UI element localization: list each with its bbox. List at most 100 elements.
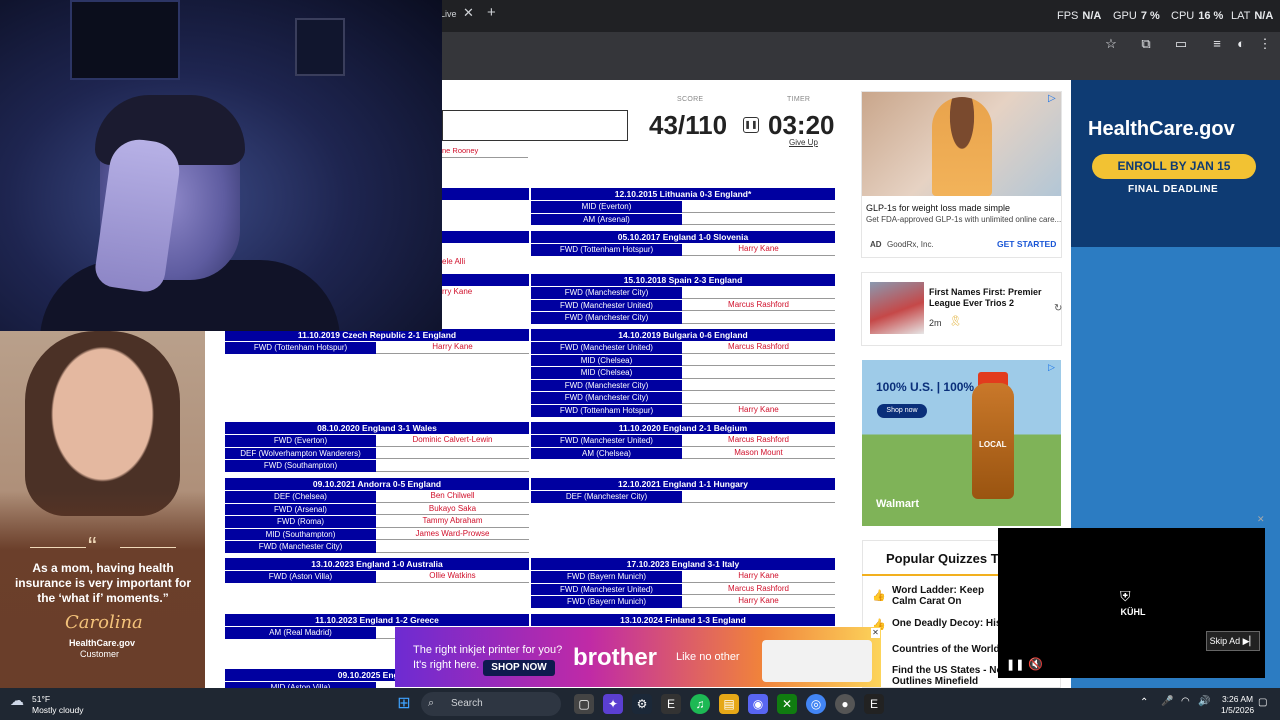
player-position: MID (Chelsea) [531, 366, 682, 379]
player-row: FWD (Manchester United) Marcus Rashford [531, 434, 835, 447]
match-block: 17.10.2023 England 3-1 Italy FWD (Bayern … [531, 558, 835, 608]
skip-ad-button[interactable]: Skip Ad ▶▏ [1206, 631, 1260, 651]
cast-icon[interactable]: ▭ [1173, 36, 1189, 52]
player-answer: Mason Mount [682, 447, 835, 460]
epic-games-icon[interactable]: E [661, 694, 681, 714]
epic-launcher-icon[interactable]: E [864, 694, 884, 714]
shop-now-button[interactable]: Shop now [877, 404, 927, 418]
brother-shop-now-button[interactable]: SHOP NOW [483, 660, 555, 676]
player-row: FWD (Tottenham Hotspur) Harry Kane [531, 403, 835, 417]
spotify-icon[interactable]: ♫ [690, 694, 710, 714]
enroll-button[interactable]: ENROLL BY JAN 15 [1092, 154, 1256, 179]
ad-signature: Carolina [65, 612, 143, 633]
new-tab-icon[interactable]: + [487, 5, 496, 21]
player-position: FWD (Bayern Munich) [531, 570, 682, 583]
match-block: 12.10.2021 England 1-1 Hungary DEF (Manch… [531, 478, 835, 503]
player-row: MID (Chelsea) [531, 353, 835, 367]
copilot-icon[interactable]: ✦ [603, 694, 623, 714]
weather-icon[interactable]: ☁ [10, 692, 24, 709]
give-up-link[interactable]: Give Up [789, 138, 818, 147]
menu-dots-icon[interactable]: ⋮ [1257, 36, 1273, 52]
walmart-brand: Walmart [876, 498, 919, 510]
player-position: AM (Chelsea) [531, 446, 682, 460]
windows-start-icon[interactable]: ⊞ [394, 694, 414, 714]
match-title: 11.10.2020 England 2-1 Belgium [531, 422, 835, 434]
match-block: 11.10.2020 England 2-1 Belgium FWD (Manch… [531, 422, 835, 460]
player-position: FWD (Manchester United) [531, 434, 682, 447]
left-healthcare-ad[interactable]: “ As a mom, having health insurance is v… [0, 331, 205, 688]
match-block: 08.10.2020 England 3-1 Wales FWD (Everton… [225, 422, 529, 472]
player-position: MID (Chelsea) [531, 353, 682, 367]
quiz-card-title[interactable]: First Names First: Premier League Ever T… [929, 287, 1045, 309]
close-icon[interactable]: ✕ [1257, 514, 1265, 525]
xbox-icon[interactable]: ✕ [777, 694, 797, 714]
profile-avatar-icon[interactable]: ◐ [1233, 36, 1249, 51]
wifi-icon[interactable]: ◠ [1181, 696, 1190, 707]
gpu-readout: GPU 7 % [1113, 10, 1160, 22]
player-row: DEF (Wolverhampton Wanderers) [225, 446, 529, 460]
healthcare-final: FINAL DEADLINE [1128, 184, 1219, 195]
obs-icon[interactable]: ● [835, 694, 855, 714]
player-answer [682, 354, 835, 367]
ribbon-icon: 🎗 [949, 316, 962, 327]
extensions-icon[interactable]: ⧉ [1138, 36, 1154, 52]
match-title: 11.10.2023 England 1-2 Greece [225, 614, 529, 626]
match-title: 08.10.2020 England 3-1 Wales [225, 422, 529, 434]
taskbar-search[interactable]: Search [421, 692, 561, 716]
answer-input[interactable] [442, 110, 628, 141]
popular-quiz-item[interactable]: One Deadly Decoy: Histo [892, 618, 1011, 629]
file-explorer-icon[interactable]: ▤ [719, 694, 739, 714]
glp-ad-brand: GoodRx, Inc. [887, 240, 934, 249]
popular-quiz-item[interactable]: Word Ladder: Keep Calm Carat On [892, 585, 1002, 607]
player-answer [682, 391, 835, 404]
webcam-window [70, 0, 180, 80]
honey-label: LOCAL [979, 440, 1007, 449]
player-position: FWD (Arsenal) [225, 502, 376, 516]
quiz-card-thumbnail[interactable] [870, 282, 924, 334]
cpu-readout: CPU 16 % [1171, 10, 1224, 22]
tab-close-icon[interactable]: ✕ [463, 6, 474, 20]
partial-answer: rry Kane [442, 287, 473, 296]
tab-title-fragment[interactable]: Live [440, 6, 457, 26]
player-answer: James Ward-Prowse [376, 528, 529, 541]
popular-quiz-item[interactable]: Find the US States - No Outlines Minefie… [892, 665, 1004, 687]
volume-icon[interactable]: 🔊 [1198, 696, 1210, 707]
weather-widget[interactable]: 51°F Mostly cloudy [32, 694, 84, 716]
player-position: FWD (Manchester City) [531, 378, 682, 392]
adchoices-icon[interactable]: ▷ [1048, 93, 1056, 104]
mute-icon[interactable]: 🔇 [1028, 657, 1043, 671]
pause-icon[interactable]: ❚❚ [1006, 658, 1024, 671]
notification-icon[interactable]: ▢ [1258, 697, 1267, 708]
player-position: AM (Real Madrid) [225, 626, 376, 639]
match-title: 13.10.2023 England 1-0 Australia [225, 558, 529, 570]
adchoices-icon[interactable]: ▷ [1048, 362, 1055, 373]
get-started-button[interactable]: GET STARTED [997, 239, 1056, 249]
glp-ad-title[interactable]: GLP-1s for weight loss made simple [866, 203, 1010, 213]
tray-chevron-icon[interactable]: ⌃ [1140, 697, 1148, 708]
refresh-icon[interactable]: ↻ [1054, 303, 1062, 314]
timer-value: 03:20 [768, 110, 835, 140]
webcam-picture-frame [295, 18, 345, 76]
player-answer: Ollie Watkins [376, 570, 529, 583]
ad-site: HealthCare.gov [69, 638, 136, 648]
match-title: 12.10.2021 England 1-1 Hungary [531, 478, 835, 490]
bookmark-star-icon[interactable]: ☆ [1103, 36, 1119, 52]
player-answer: Harry Kane [682, 243, 835, 256]
hand-icon: 👍 [872, 590, 886, 602]
match-block: 11.10.2019 Czech Republic 2-1 England FWD… [225, 329, 529, 354]
reading-list-icon[interactable]: ≡ [1209, 36, 1225, 51]
discord-icon[interactable]: ◉ [748, 694, 768, 714]
player-row: DEF (Chelsea) Ben Chilwell [225, 490, 529, 503]
task-view-icon[interactable]: ▢ [574, 694, 594, 714]
microphone-icon[interactable]: 🎤 [1161, 696, 1173, 707]
steam-icon[interactable]: ⚙ [632, 694, 652, 714]
video-ad-player[interactable] [998, 528, 1265, 678]
player-row: FWD (Tottenham Hotspur) Harry Kane [531, 243, 835, 256]
player-row: FWD (Manchester City) [531, 378, 835, 392]
chrome-icon[interactable]: ◎ [806, 694, 826, 714]
ad-close-icon[interactable]: ✕ [871, 628, 880, 638]
taskbar-clock[interactable]: 3:26 AM 1/5/2026 [1221, 694, 1254, 716]
popular-quiz-item[interactable]: Countries of the World [892, 644, 1000, 655]
pause-icon[interactable]: ❚❚ [743, 117, 759, 133]
player-row: AM (Chelsea) Mason Mount [531, 446, 835, 460]
